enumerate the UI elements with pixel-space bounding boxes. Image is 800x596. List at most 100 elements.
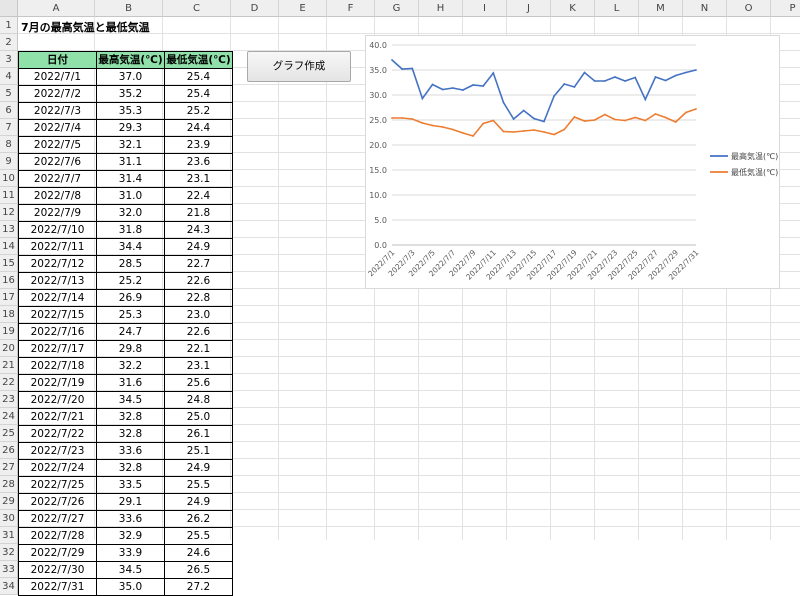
date-cell[interactable]: 2022/7/13 [18,272,97,290]
header-max-temp[interactable]: 最高気温(℃) [96,51,165,69]
column-header[interactable]: N [683,0,727,17]
row-header[interactable]: 26 [0,442,18,459]
max-temp-cell[interactable]: 32.8 [96,408,165,426]
row-header[interactable]: 11 [0,187,18,204]
date-cell[interactable]: 2022/7/15 [18,306,97,324]
min-temp-cell[interactable]: 25.1 [164,442,233,460]
temperature-table[interactable]: 日付 最高気温(℃) 最低気温(℃) 2022/7/1 37.0 25.4 2022/… [18,51,233,596]
date-cell[interactable]: 2022/7/3 [18,102,97,120]
max-temp-cell[interactable]: 32.0 [96,204,165,222]
row-header[interactable]: 25 [0,425,18,442]
max-temp-cell[interactable]: 24.7 [96,323,165,341]
max-temp-cell[interactable]: 35.3 [96,102,165,120]
row-header[interactable]: 28 [0,476,18,493]
min-temp-cell[interactable]: 22.8 [164,289,233,307]
column-header[interactable]: J [507,0,551,17]
row-header[interactable]: 8 [0,136,18,153]
min-temp-cell[interactable]: 26.1 [164,425,233,443]
row-header[interactable]: 18 [0,306,18,323]
date-cell[interactable]: 2022/7/21 [18,408,97,426]
row-header[interactable]: 34 [0,578,18,595]
date-cell[interactable]: 2022/7/14 [18,289,97,307]
column-header[interactable]: F [327,0,375,17]
row-header[interactable]: 9 [0,153,18,170]
row-header[interactable]: 3 [0,51,18,68]
date-cell[interactable]: 2022/7/23 [18,442,97,460]
max-temp-cell[interactable]: 33.9 [96,544,165,562]
select-all-corner[interactable] [0,0,18,17]
max-temp-cell[interactable]: 32.2 [96,357,165,375]
row-header[interactable]: 17 [0,289,18,306]
max-temp-cell[interactable]: 31.0 [96,187,165,205]
min-temp-cell[interactable]: 25.6 [164,374,233,392]
date-cell[interactable]: 2022/7/7 [18,170,97,188]
date-cell[interactable]: 2022/7/19 [18,374,97,392]
max-temp-cell[interactable]: 33.6 [96,510,165,528]
date-cell[interactable]: 2022/7/10 [18,221,97,239]
row-header[interactable]: 23 [0,391,18,408]
column-header[interactable]: L [595,0,639,17]
max-temp-cell[interactable]: 37.0 [96,68,165,86]
date-cell[interactable]: 2022/7/31 [18,578,97,596]
min-temp-cell[interactable]: 22.4 [164,187,233,205]
column-header[interactable]: E [279,0,327,17]
create-graph-button[interactable]: グラフ作成 [247,51,351,82]
min-temp-cell[interactable]: 25.5 [164,476,233,494]
column-header[interactable]: A [18,0,95,17]
header-date[interactable]: 日付 [18,51,97,69]
max-temp-cell[interactable]: 29.8 [96,340,165,358]
date-cell[interactable]: 2022/7/18 [18,357,97,375]
column-header[interactable]: C [163,0,231,17]
min-temp-cell[interactable]: 23.1 [164,170,233,188]
row-header[interactable]: 13 [0,221,18,238]
column-header[interactable]: O [727,0,771,17]
date-cell[interactable]: 2022/7/1 [18,68,97,86]
row-header[interactable]: 32 [0,544,18,561]
row-header[interactable]: 19 [0,323,18,340]
date-cell[interactable]: 2022/7/4 [18,119,97,137]
row-header[interactable]: 21 [0,357,18,374]
row-header[interactable]: 6 [0,102,18,119]
min-temp-cell[interactable]: 23.9 [164,136,233,154]
row-header[interactable]: 7 [0,119,18,136]
row-header[interactable]: 12 [0,204,18,221]
max-temp-cell[interactable]: 35.2 [96,85,165,103]
max-temp-cell[interactable]: 31.4 [96,170,165,188]
row-header[interactable]: 16 [0,272,18,289]
date-cell[interactable]: 2022/7/22 [18,425,97,443]
min-temp-cell[interactable]: 24.6 [164,544,233,562]
max-temp-cell[interactable]: 25.3 [96,306,165,324]
date-cell[interactable]: 2022/7/29 [18,544,97,562]
date-cell[interactable]: 2022/7/30 [18,561,97,579]
date-cell[interactable]: 2022/7/12 [18,255,97,273]
date-cell[interactable]: 2022/7/26 [18,493,97,511]
date-cell[interactable]: 2022/7/16 [18,323,97,341]
date-cell[interactable]: 2022/7/27 [18,510,97,528]
max-temp-cell[interactable]: 32.1 [96,136,165,154]
row-header[interactable]: 20 [0,340,18,357]
max-temp-cell[interactable]: 32.9 [96,527,165,545]
min-temp-cell[interactable]: 25.4 [164,68,233,86]
row-header[interactable]: 5 [0,85,18,102]
column-header[interactable]: I [463,0,507,17]
row-header[interactable]: 15 [0,255,18,272]
row-header[interactable]: 33 [0,561,18,578]
header-min-temp[interactable]: 最低気温(℃) [164,51,233,69]
sheet-title[interactable]: 7月の最高気温と最低気温 [21,19,150,35]
max-temp-cell[interactable]: 28.5 [96,255,165,273]
min-temp-cell[interactable]: 23.0 [164,306,233,324]
date-cell[interactable]: 2022/7/2 [18,85,97,103]
max-temp-cell[interactable]: 33.5 [96,476,165,494]
min-temp-cell[interactable]: 25.5 [164,527,233,545]
min-temp-cell[interactable]: 21.8 [164,204,233,222]
column-header[interactable]: D [231,0,279,17]
min-temp-cell[interactable]: 22.7 [164,255,233,273]
column-header[interactable]: H [419,0,463,17]
row-header[interactable]: 14 [0,238,18,255]
max-temp-cell[interactable]: 34.5 [96,391,165,409]
max-temp-cell[interactable]: 29.3 [96,119,165,137]
row-header[interactable]: 10 [0,170,18,187]
max-temp-cell[interactable]: 26.9 [96,289,165,307]
max-temp-cell[interactable]: 31.6 [96,374,165,392]
spreadsheet[interactable]: ABCDEFGHIJKLMNOP 1 2 3 4 5 6 7 8 9 10 11 12 13 14 15 16… [0,0,800,596]
